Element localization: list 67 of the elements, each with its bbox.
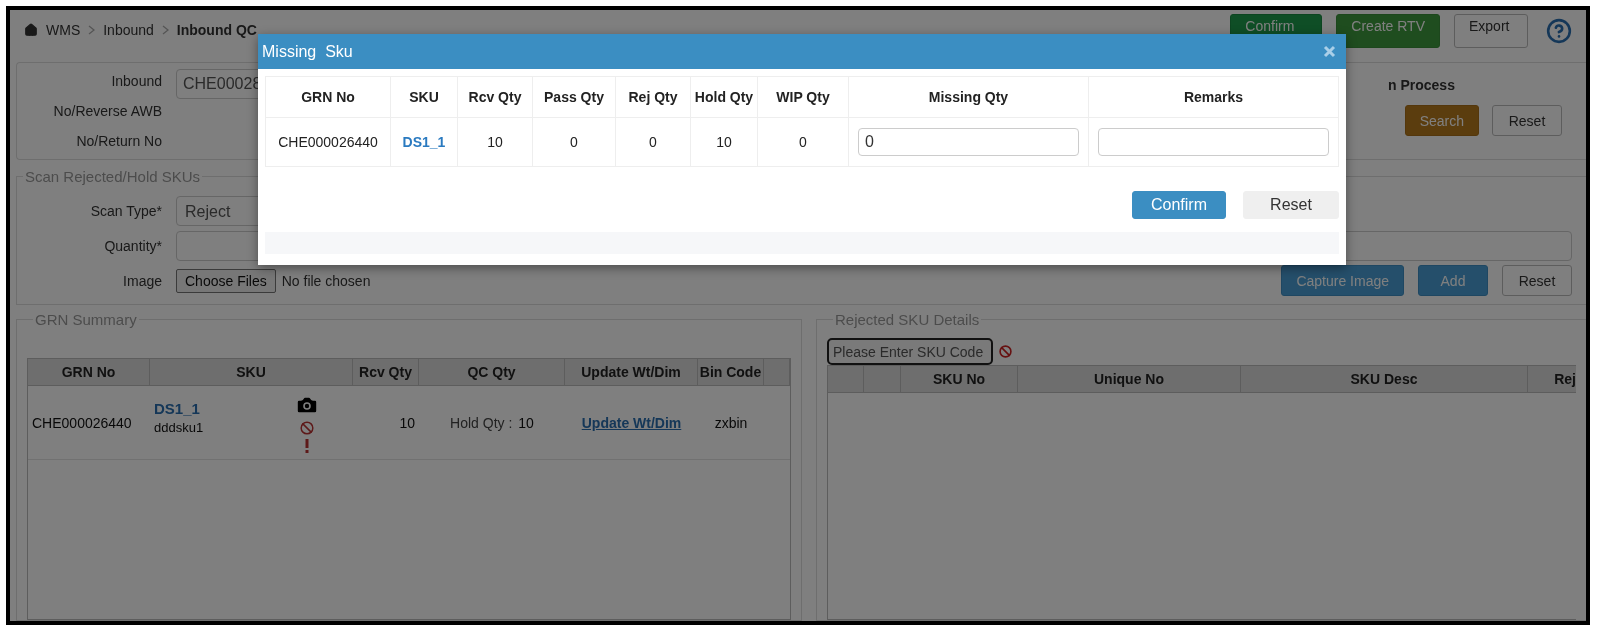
qc-value: 10: [518, 414, 534, 431]
dialog-title: Missing Sku: [262, 42, 353, 61]
column-header[interactable]: Update Wt/Dim: [565, 359, 698, 386]
choose-files-button[interactable]: Choose Files: [176, 268, 276, 293]
column-header[interactable]: SKU Desc: [1241, 366, 1528, 393]
field-label: Scan Type*: [90, 202, 162, 219]
column-header[interactable]: Missing Qty: [849, 77, 1089, 118]
file-status: No file chosen: [281, 272, 371, 289]
column-header[interactable]: SKU: [150, 359, 353, 386]
column-header[interactable]: GRN No: [266, 77, 391, 118]
update-link[interactable]: Update Wt/Dim: [581, 414, 682, 431]
scan-button[interactable]: Capture Image: [1281, 265, 1404, 296]
column-header[interactable]: WIP Qty: [758, 77, 849, 118]
filter-label: No/Reverse AWB: [53, 103, 162, 119]
column-header[interactable]: Bin Code: [698, 359, 764, 386]
column-header[interactable]: Unique No: [1018, 366, 1241, 393]
reset-button[interactable]: Reset: [1243, 191, 1339, 219]
table-cell: 10: [458, 118, 533, 167]
clear-icon[interactable]: [999, 345, 1012, 358]
qc-label: Hold Qty :: [450, 414, 513, 431]
filter-label: Inbound: [111, 73, 162, 89]
column-header[interactable]: GRN No: [28, 359, 150, 386]
search-button[interactable]: Search: [1404, 105, 1479, 136]
sku-link[interactable]: DS1_1: [154, 400, 287, 417]
remarks-field[interactable]: [1098, 128, 1329, 156]
block-icon[interactable]: [300, 420, 314, 435]
exclamation-icon: [305, 438, 309, 453]
scan-button[interactable]: Add: [1418, 265, 1488, 296]
sku-description: dddsku1: [154, 420, 205, 435]
reset-button[interactable]: Reset: [1492, 105, 1562, 136]
column-header[interactable]: Rcv Qty: [353, 359, 419, 386]
column-header[interactable]: QC Qty: [419, 359, 565, 386]
column-header[interactable]: Hold Qty: [691, 77, 758, 118]
header-button[interactable]: Create RTV: [1336, 14, 1440, 48]
column-header[interactable]: Rej: [1528, 366, 1576, 393]
column-header[interactable]: SKU: [391, 77, 458, 118]
breadcrumb-item[interactable]: Inbound QC: [176, 22, 257, 38]
chevron-icon: [161, 25, 169, 35]
table-cell: CHE000026440: [28, 386, 150, 460]
table-cell: 0: [758, 118, 849, 167]
scan-button[interactable]: Reset: [1502, 265, 1572, 296]
table-cell: 0: [616, 118, 691, 167]
table-cell: 10: [691, 118, 758, 167]
home-icon: [24, 23, 38, 37]
chevron-icon: [88, 25, 96, 35]
status-label: n Process: [1388, 77, 1456, 93]
table-cell: zxbin: [698, 386, 764, 460]
confirm-button[interactable]: Confirm: [1132, 191, 1226, 219]
field-label: Image: [123, 272, 162, 289]
column-header[interactable]: Rej Qty: [616, 77, 691, 118]
filter-label: No/Return No: [76, 133, 162, 149]
breadcrumb-item[interactable]: WMS: [46, 22, 81, 38]
help-icon[interactable]: [1546, 18, 1572, 44]
column-header[interactable]: SKU No: [901, 366, 1018, 393]
close-icon[interactable]: [1323, 45, 1336, 58]
column-header[interactable]: Rcv Qty: [458, 77, 533, 118]
table-cell: CHE000026440: [266, 118, 391, 167]
column-header[interactable]: Pass Qty: [533, 77, 616, 118]
column-header[interactable]: Remarks: [1089, 77, 1339, 118]
missing-qty-field[interactable]: 0: [858, 128, 1079, 156]
field-label: Quantity*: [104, 237, 162, 254]
table-cell: 0: [533, 118, 616, 167]
breadcrumb-item[interactable]: Inbound: [103, 22, 154, 38]
table-cell: 10: [353, 386, 419, 460]
header-button[interactable]: Export: [1454, 14, 1528, 48]
sku-link[interactable]: DS1_1: [402, 134, 446, 150]
sku-code-field[interactable]: Please Enter SKU Code: [827, 338, 993, 365]
